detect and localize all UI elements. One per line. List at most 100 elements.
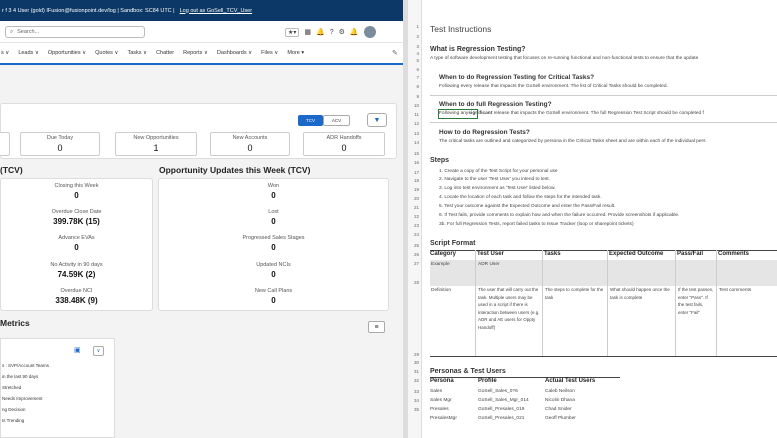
row-number[interactable]: 13 <box>408 131 419 136</box>
stat-progressed-stages[interactable]: Progressed Sales Stages 0 <box>159 235 388 252</box>
grid-line <box>475 250 476 356</box>
row-number[interactable]: 22 <box>408 214 419 219</box>
metric-tile[interactable] <box>0 132 10 156</box>
row-number[interactable]: 28 <box>408 280 419 285</box>
edit-nav-icon[interactable]: ✎ <box>392 49 398 57</box>
row-number[interactable]: 29 <box>408 352 419 357</box>
row-number[interactable]: 23 <box>408 223 419 228</box>
row-number[interactable]: 19 <box>408 187 419 192</box>
metrics-row[interactable]: ng Decision <box>2 407 26 412</box>
row-number[interactable]: 21 <box>408 205 419 210</box>
bell-icon[interactable]: 🔔 <box>350 28 359 36</box>
row-number[interactable]: 33 <box>408 389 419 394</box>
nav-item-reports[interactable]: Reports ∨ <box>183 50 208 56</box>
full-heading: When to do full Regression Testing? <box>439 101 552 108</box>
row-number[interactable]: 24 <box>408 232 419 237</box>
logout-link[interactable]: Log out as GoSell_TCV_User <box>180 8 252 14</box>
stat-updated-ncis[interactable]: Updated NCIs 0 <box>159 262 388 279</box>
row-number[interactable]: 17 <box>408 170 419 175</box>
tcv-toggle[interactable]: TCV <box>298 115 323 126</box>
col-header-comments: Comments <box>718 251 750 257</box>
metrics-title: Metrics <box>0 318 30 328</box>
row-number[interactable]: 30 <box>408 360 419 365</box>
persona-cell: Chad Snider <box>545 407 572 412</box>
example-test-user: ADR User <box>478 262 500 267</box>
nav-item-dashboards[interactable]: Dashboards ∨ <box>217 50 252 56</box>
app-launcher-icon[interactable]: ▦ <box>304 28 311 36</box>
stat-advance-evas[interactable]: Advance EVAs 0 <box>1 235 152 252</box>
critical-heading: When to do Regression Testing for Critic… <box>439 74 595 81</box>
table-view-icon[interactable]: ▣ <box>74 346 81 354</box>
row-number[interactable]: 14 <box>408 140 419 145</box>
acv-toggle[interactable]: ACV <box>323 115 350 126</box>
avatar[interactable] <box>363 26 376 38</box>
row-number[interactable]: 34 <box>408 398 419 403</box>
nav-item-more[interactable]: More ▾ <box>287 50 304 56</box>
step-item: 4. Locate the location of each task and … <box>439 195 602 200</box>
row-number[interactable]: 35 <box>408 407 419 412</box>
grid-line <box>607 250 608 356</box>
row-number[interactable]: 18 <box>408 178 419 183</box>
row-number[interactable]: 32 <box>408 378 419 383</box>
metric-new-opportunities[interactable]: New Opportunities 1 <box>115 132 197 156</box>
row-number[interactable]: 11 <box>408 112 419 117</box>
filter-icon[interactable]: ▼ <box>367 113 387 127</box>
row-number[interactable]: 6 <box>408 67 419 72</box>
row-number[interactable]: 15 <box>408 151 419 156</box>
definition-expected: What should happen once the task is comp… <box>610 287 670 300</box>
nav-item-tasks[interactable]: Tasks ∨ <box>127 50 147 56</box>
selected-cell[interactable] <box>438 109 478 119</box>
crm-app-pane: r f 3 4 User (gold) IFusion@fusionpoint.… <box>0 0 403 438</box>
row-number[interactable]: 7 <box>408 75 419 80</box>
row-number[interactable]: 10 <box>408 103 419 108</box>
row-number[interactable]: 2 <box>408 34 419 39</box>
nav-item-partial[interactable]: s ∨ <box>1 50 9 56</box>
chevron-down-icon[interactable]: ∨ <box>93 346 104 356</box>
row-number[interactable]: 25 <box>408 243 419 248</box>
step-item: 6. If Test fails, provide comments to ex… <box>439 213 680 218</box>
row-number[interactable]: 1 <box>408 24 419 29</box>
col-header-profile: Profile <box>478 378 497 384</box>
row-number[interactable]: 16 <box>408 160 419 165</box>
nav-item-opportunities[interactable]: Opportunities ∨ <box>48 50 86 56</box>
gear-icon[interactable]: ⚙ <box>339 28 345 36</box>
nav-item-quotes[interactable]: Quotes ∨ <box>95 50 118 56</box>
nav-item-chatter[interactable]: Chatter <box>156 50 174 56</box>
row-number[interactable]: 9 <box>408 94 419 99</box>
metric-due-today[interactable]: Due Today 0 <box>20 132 100 156</box>
row-number[interactable]: 5 <box>408 58 419 63</box>
metric-adr-handoffs[interactable]: ADR Handoffs 0 <box>303 132 385 156</box>
help-icon[interactable]: ? <box>330 29 334 36</box>
metrics-row[interactable]: Needs Improvement <box>2 396 43 401</box>
row-number[interactable]: 27 <box>408 261 419 266</box>
row-number[interactable]: 8 <box>408 84 419 89</box>
metrics-row[interactable]: s : SVP/Account Teams <box>2 363 49 368</box>
stat-overdue-close-date[interactable]: Overdue Close Date 399.78K (15) <box>1 209 152 226</box>
stat-lost[interactable]: Lost 0 <box>159 209 388 226</box>
nav-item-files[interactable]: Files ∨ <box>261 50 278 56</box>
row-number[interactable]: 12 <box>408 121 419 126</box>
how-text: The critical tasks are outlined and cate… <box>439 139 706 144</box>
metrics-row[interactable]: in the last 90 days <box>2 374 38 379</box>
nav-item-leads[interactable]: Leads ∨ <box>18 50 39 56</box>
metrics-menu-icon[interactable]: ≡ <box>368 321 385 333</box>
metrics-row[interactable]: Stretched <box>2 385 21 390</box>
row-number[interactable]: 20 <box>408 196 419 201</box>
definition-category: Definition <box>431 288 451 293</box>
favorites-icon[interactable]: ★▾ <box>285 27 300 37</box>
row-number[interactable]: 26 <box>408 252 419 257</box>
stat-overdue-nci[interactable]: Overdue NCI 338.48K (9) <box>1 288 152 305</box>
row-number[interactable]: 31 <box>408 369 419 374</box>
metrics-row[interactable]: ts Trending <box>2 418 24 423</box>
stat-no-activity[interactable]: No Activity in 90 days 74.59K (2) <box>1 262 152 279</box>
search-input[interactable]: ⌕ Search... <box>5 26 145 38</box>
row-number[interactable]: 4 <box>408 51 419 56</box>
metric-new-accounts[interactable]: New Accounts 0 <box>210 132 290 156</box>
stat-closing-this-week[interactable]: Closing this Week 0 <box>1 183 152 200</box>
stat-won[interactable]: Won 0 <box>159 183 388 200</box>
stat-new-call-plans[interactable]: New Call Plans 0 <box>159 288 388 305</box>
row-number[interactable]: 3 <box>408 44 419 49</box>
notification-icon[interactable]: 🔔 <box>316 28 325 36</box>
col-header-category: Category <box>430 251 457 257</box>
persona-cell: Caleb Neilson <box>545 389 575 394</box>
